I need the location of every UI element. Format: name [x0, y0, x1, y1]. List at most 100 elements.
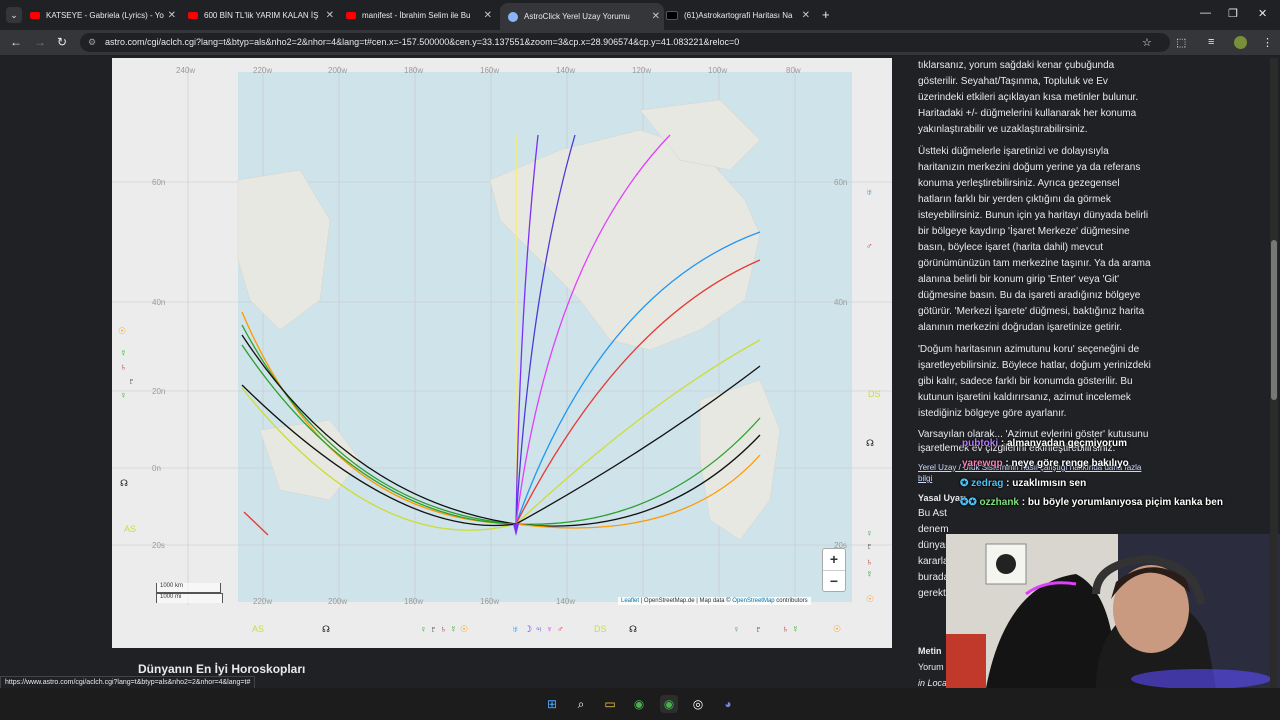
chat-text: bu böyle yorumlanıyosa piçim kanka ben: [1027, 497, 1223, 508]
pluto-glyph-bottom[interactable]: ♇: [430, 624, 437, 634]
saturn-glyph-bottom[interactable]: ♄: [782, 624, 789, 634]
obs-icon[interactable]: ◎: [689, 695, 707, 713]
pluto-glyph[interactable]: ♇: [128, 376, 135, 386]
sidebar-text: tıklarsanız, yorum sağdaki kenar çubuğun…: [918, 58, 1154, 602]
pluto-glyph[interactable]: ♇: [866, 541, 873, 551]
webcam-scene: [946, 534, 1280, 688]
sun-glyph[interactable]: ☉: [866, 594, 874, 605]
lon-label: 80w: [786, 66, 801, 75]
map-attribution: Leaflet | OpenStreetMap.de | Map data © …: [618, 597, 811, 605]
venus-glyph[interactable]: ♀: [120, 390, 127, 400]
asia-shape: [237, 169, 331, 331]
neptune-glyph-bottom[interactable]: ♆: [546, 624, 553, 634]
leaflet-link[interactable]: Leaflet: [621, 598, 639, 604]
mars-glyph[interactable]: ♂: [866, 241, 873, 251]
saturn-glyph[interactable]: ♄: [866, 557, 873, 567]
page-section-heading: Dünyanın En İyi Horoskopları: [138, 662, 306, 676]
lat-label: 60n: [834, 178, 848, 187]
chat-user: ozzhank: [979, 497, 1019, 508]
lon-label: 160w: [480, 66, 500, 75]
venus-glyph-bottom[interactable]: ♀: [733, 624, 740, 634]
zoom-control: + −: [822, 548, 846, 592]
south-america-shape: [699, 379, 781, 541]
node-glyph[interactable]: ☊: [866, 438, 874, 449]
lon-label-bottom: 180w: [404, 597, 424, 606]
lon-label: 240w: [176, 66, 196, 75]
sidebar-fragment: in Loca: [918, 678, 948, 688]
land-shapes: [237, 99, 781, 541]
ascendant-label: AS: [124, 524, 137, 534]
mercury-glyph[interactable]: ☿: [866, 569, 873, 579]
chat-user: zedrag: [971, 478, 1004, 489]
saturn-glyph[interactable]: ♄: [120, 362, 127, 372]
scale-mi: 1000 mi: [156, 593, 223, 603]
venus-glyph[interactable]: ♀: [866, 528, 873, 538]
line-red-left: [243, 511, 269, 536]
zoom-out-button[interactable]: −: [823, 570, 845, 592]
chat-text: uzaklımısın sen: [1012, 478, 1087, 489]
sidebar-paragraph: 'Doğum haritasının azimutunu koru' seçen…: [918, 344, 1151, 419]
uranus-glyph-bottom[interactable]: ♅: [512, 624, 519, 634]
uranus-glyph[interactable]: ♅: [866, 187, 873, 197]
osm-link[interactable]: OpenStreetMap: [732, 598, 774, 604]
ascendant-label-bottom: AS: [252, 624, 265, 634]
lon-label: 200w: [328, 66, 348, 75]
birth-marker[interactable]: [513, 524, 519, 536]
lat-label: 20n: [152, 387, 166, 396]
mercury-glyph-bottom[interactable]: ☿: [792, 624, 799, 634]
venus-glyph-bottom[interactable]: ♀: [420, 624, 427, 634]
lat-label: 40n: [834, 298, 848, 307]
windows-start-icon[interactable]: ⊞: [543, 695, 561, 713]
lon-label: 180w: [404, 66, 424, 75]
saturn-glyph-bottom[interactable]: ♄: [440, 624, 447, 634]
discord-icon[interactable]: ◕: [719, 695, 737, 713]
lat-label: 20s: [152, 541, 165, 550]
search-icon[interactable]: ⌕: [572, 695, 590, 713]
text-heading: Metin: [918, 646, 942, 656]
lon-label-bottom: 160w: [480, 597, 500, 606]
jupiter-glyph-bottom[interactable]: ♃: [535, 624, 542, 634]
lon-label-bottom: 220w: [253, 597, 273, 606]
chat-badge-icon: ✪✪: [960, 497, 980, 508]
sidebar-paragraph: tıklarsanız, yorum sağdaki kenar çubuğun…: [918, 60, 1139, 135]
sun-glyph[interactable]: ☉: [118, 326, 126, 337]
sun-glyph-bottom[interactable]: ☉: [460, 624, 468, 635]
scrollbar-thumb[interactable]: [1271, 240, 1277, 400]
zoom-in-button[interactable]: +: [823, 549, 845, 570]
mars-glyph-bottom[interactable]: ♂: [557, 624, 564, 634]
chat-message: pubtoki : almanyadan geçmiyorum: [962, 438, 1127, 449]
chrome-icon[interactable]: ◉: [630, 695, 648, 713]
lat-label: 0n: [152, 464, 161, 473]
mercury-glyph[interactable]: ☿: [120, 348, 127, 358]
node-glyph-bottom[interactable]: ☊: [322, 624, 330, 635]
lon-label: 220w: [253, 66, 273, 75]
node-glyph-bottom[interactable]: ☊: [629, 624, 637, 635]
chrome-active-icon[interactable]: ◉: [660, 695, 678, 713]
moon-glyph-bottom[interactable]: ☽: [524, 624, 532, 635]
sun-glyph-bottom[interactable]: ☉: [833, 624, 841, 635]
chat-message: ✪ zedrag : uzaklımısın sen: [960, 478, 1086, 489]
chat-sep: :: [1019, 497, 1028, 508]
page-scrollbar[interactable]: [1270, 58, 1278, 688]
map-scale: 1000 km 1000 mi: [156, 583, 223, 603]
lon-label-bottom: 200w: [328, 597, 348, 606]
lon-label: 120w: [632, 66, 652, 75]
node-glyph[interactable]: ☊: [120, 478, 128, 489]
chat-user: yarewqp: [962, 458, 1003, 469]
mercury-glyph-bottom[interactable]: ☿: [450, 624, 457, 634]
chat-message: yarewqp : neye göre renge bakılıyo: [962, 458, 1129, 469]
chat-user: pubtoki: [962, 438, 999, 449]
chat-text: neye göre renge bakılıyo: [1011, 458, 1129, 469]
pluto-glyph-bottom[interactable]: ♇: [755, 624, 762, 634]
scale-km: 1000 km: [156, 583, 221, 593]
descendant-label-bottom: DS: [594, 624, 607, 634]
descendant-label: DS: [868, 389, 881, 399]
attribution-contrib: contributors: [774, 598, 808, 604]
chat-sep: :: [1003, 478, 1013, 489]
webcam-overlay: [946, 534, 1280, 688]
attribution-text: | OpenStreetMap.de | Map data ©: [639, 598, 733, 604]
file-explorer-icon[interactable]: ▭: [601, 695, 619, 713]
lon-label: 140w: [556, 66, 576, 75]
chat-badge-icon: ✪: [960, 478, 972, 489]
windows-taskbar: ⊞ ⌕ ▭ ◉ ◉ ◎ ◕: [0, 688, 1280, 720]
